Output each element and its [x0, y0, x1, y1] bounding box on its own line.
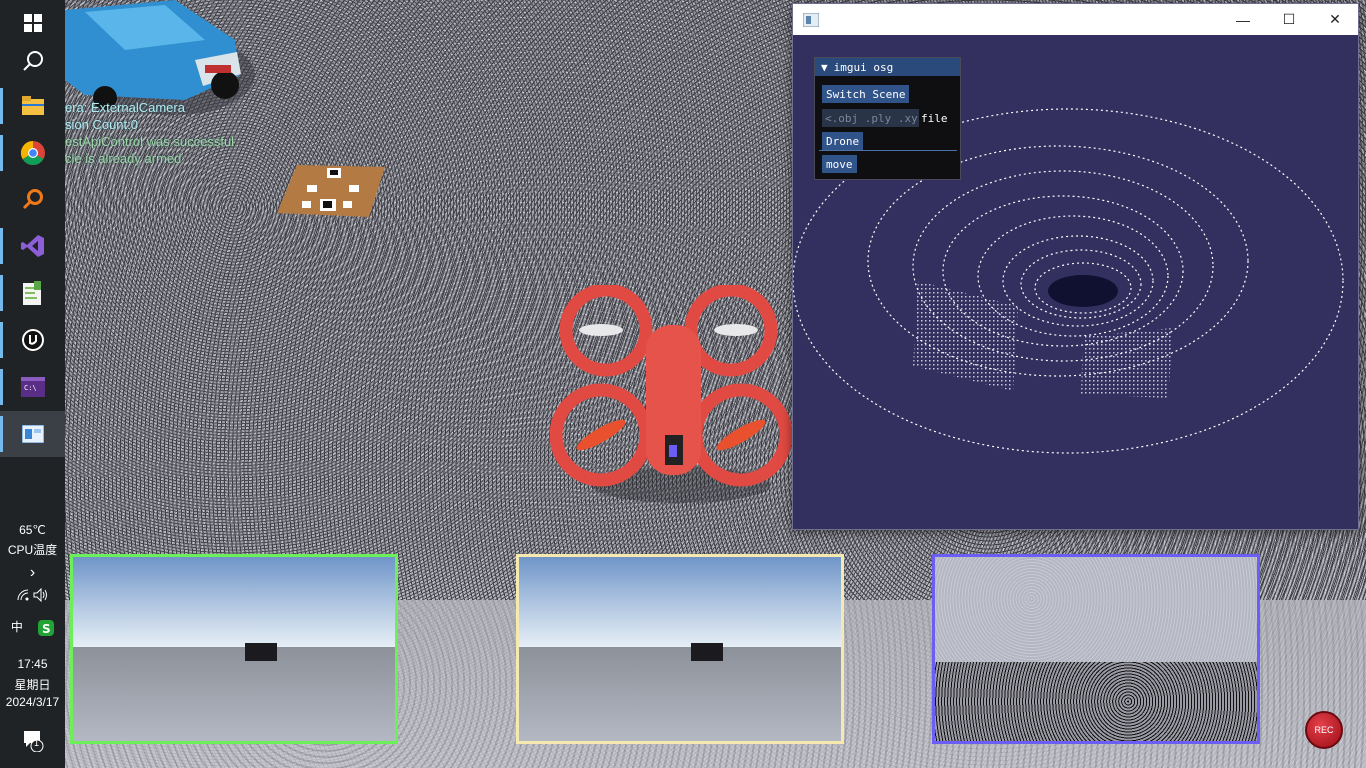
terminal-button[interactable]: C:\ — [0, 364, 65, 410]
camera-view-down — [932, 554, 1260, 744]
camera-view-front-2 — [516, 554, 844, 744]
notepad-icon — [22, 281, 41, 305]
chrome-icon — [20, 141, 45, 165]
collapse-triangle-icon: ▼ — [821, 60, 828, 74]
notepad-plus-button[interactable] — [0, 270, 65, 316]
record-button[interactable]: REC — [1305, 711, 1343, 749]
cpu-temperature-label: CPU温度 — [7, 543, 58, 557]
hud-api-control-line: estApiControl was successful — [65, 134, 235, 149]
file-input-label: file — [921, 111, 948, 125]
aruco-landing-pad — [277, 165, 385, 217]
cpu-temperature: 65℃ — [19, 523, 46, 537]
terminal-icon: C:\ — [20, 377, 45, 397]
hud-collision-line: sion Count:0 — [65, 117, 138, 132]
file-path-input[interactable]: <.obj .ply .xyz — [822, 109, 919, 127]
notification-center-button[interactable]: 1 — [0, 728, 65, 755]
taskbar: C:\ 65℃ CPU温度 › 中 S 17:45 星期日 2024/3/17 — [0, 0, 65, 768]
window-app-icon — [21, 425, 44, 443]
record-label: REC — [1314, 725, 1334, 735]
camera-sky — [73, 557, 395, 647]
osg-viewer-window: — ☐ ✕ ▼ imgui osg Switch Scene <.obj .pl… — [792, 3, 1359, 530]
hud-armed-line: cle is already armed — [65, 151, 182, 166]
tray-icons — [0, 587, 65, 605]
maximize-icon: ☐ — [1282, 11, 1296, 27]
camera-ground — [519, 647, 841, 741]
search-button[interactable] — [0, 38, 65, 84]
camera-building — [245, 643, 277, 661]
notification-icon — [23, 731, 43, 753]
file-explorer-button[interactable] — [0, 83, 65, 129]
clock-time[interactable]: 17:45 — [0, 657, 65, 671]
hud-camera-line: era: ExternalCamera — [65, 100, 185, 115]
svg-text:S: S — [42, 622, 51, 636]
unreal-engine-button[interactable] — [0, 317, 65, 363]
minimize-icon: — — [1236, 11, 1250, 28]
clock-date[interactable]: 2024/3/17 — [0, 695, 65, 709]
ime-indicator[interactable]: 中 — [11, 620, 23, 634]
imgui-panel-title: imgui osg — [833, 60, 894, 74]
chrome-button[interactable] — [0, 130, 65, 176]
camera-building — [691, 643, 723, 661]
magnifier-icon — [22, 189, 43, 210]
camera-ground — [73, 647, 395, 741]
clock-weekday[interactable]: 星期日 — [0, 676, 65, 693]
drone-section-header[interactable]: Drone — [822, 132, 864, 150]
volume-icon[interactable] — [33, 587, 49, 603]
switch-scene-button[interactable]: Switch Scene — [822, 85, 910, 103]
imgui-panel: ▼ imgui osg Switch Scene <.obj .ply .xyz… — [814, 57, 961, 180]
osg-app-button[interactable] — [0, 411, 65, 457]
svg-text:C:\: C:\ — [24, 384, 37, 392]
maximize-button[interactable]: ☐ — [1266, 4, 1312, 35]
camera-view-front-1 — [70, 554, 398, 744]
windows-logo-icon — [23, 14, 42, 32]
visual-studio-icon — [20, 235, 44, 257]
chevron-right-icon: › — [29, 564, 36, 581]
camera-sky — [519, 557, 841, 647]
close-button[interactable]: ✕ — [1312, 4, 1358, 35]
folder-icon — [21, 96, 44, 115]
wifi-icon[interactable] — [16, 588, 30, 602]
section-divider — [819, 150, 957, 151]
show-hidden-icons-button[interactable]: › — [0, 564, 65, 582]
close-icon: ✕ — [1329, 11, 1341, 27]
notification-count: 1 — [34, 738, 40, 748]
app-window-icon — [803, 12, 819, 27]
drone-model — [549, 285, 793, 503]
visual-studio-button[interactable] — [0, 223, 65, 269]
move-button[interactable]: move — [822, 155, 857, 173]
sogou-input-icon[interactable]: S — [38, 619, 55, 636]
search-everything-button[interactable] — [0, 176, 65, 222]
imgui-panel-header[interactable]: ▼ imgui osg — [815, 58, 960, 76]
minimize-button[interactable]: — — [1220, 4, 1266, 35]
unreal-icon — [21, 329, 44, 351]
tray-ime-row: 中 S — [0, 618, 65, 636]
search-icon — [22, 51, 43, 71]
camera-floor-near — [935, 662, 1257, 741]
camera-floor-far — [935, 557, 1257, 662]
window-titlebar[interactable]: — ☐ ✕ — [793, 4, 1358, 35]
